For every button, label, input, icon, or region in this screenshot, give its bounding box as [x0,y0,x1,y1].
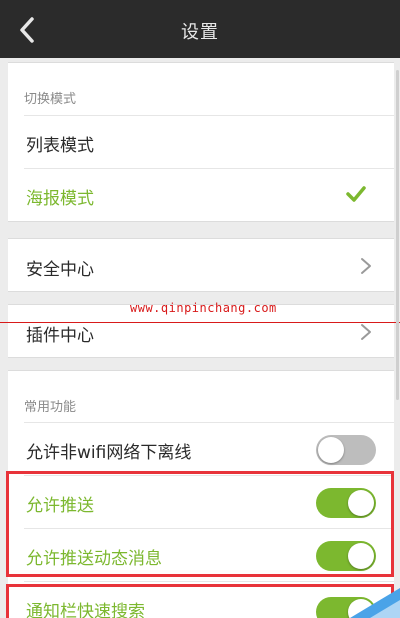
common-functions-card: 常用功能 允许非wifi网络下离线 允许推送 允许推送动态消息 通知栏快速搜索 [8,370,394,618]
corner-decoration-icon [350,588,400,618]
settings-screen: 设置 切换模式 列表模式 海报模式 安全中心 插件中心 常用功能 允许非wifi… [0,0,400,618]
chevron-right-icon [361,324,371,340]
setting-label: 允许推送 [26,496,94,516]
section-title-common: 常用功能 [24,400,77,415]
setting-allow-push-dynamic: 允许推送动态消息 [8,529,394,581]
setting-label: 允许非wifi网络下离线 [26,443,192,463]
setting-label: 通知栏快速搜索 [26,602,145,618]
security-center-row[interactable]: 安全中心 [8,240,394,292]
toggle-knob [348,490,374,516]
mode-option-label: 海报模式 [26,189,94,209]
setting-allow-push: 允许推送 [8,476,394,528]
plugins-center-row[interactable]: 插件中心 [8,306,394,358]
allow-push-dynamic-toggle[interactable] [316,541,376,571]
security-center-label: 安全中心 [26,260,94,280]
chevron-right-icon [361,258,371,274]
plugins-center-label: 插件中心 [26,326,94,346]
section-title-switch-mode: 切换模式 [24,92,77,107]
mode-option-poster[interactable]: 海报模式 [8,169,394,221]
switch-mode-card: 切换模式 列表模式 海报模式 [8,62,394,222]
mode-option-label: 列表模式 [26,136,94,156]
checkmark-icon [346,186,366,202]
setting-label: 允许推送动态消息 [26,549,162,569]
divider [24,581,394,582]
toggle-knob [348,543,374,569]
mode-option-list[interactable]: 列表模式 [8,116,394,168]
allow-push-toggle[interactable] [316,488,376,518]
offline-non-wifi-toggle[interactable] [316,435,376,465]
security-card: 安全中心 [8,238,394,292]
title-bar: 设置 [0,0,400,58]
plugins-card: 插件中心 [8,304,394,358]
setting-offline-non-wifi: 允许非wifi网络下离线 [8,423,394,475]
scrollbar[interactable] [396,70,399,400]
toggle-knob [318,437,344,463]
page-title: 设置 [181,22,219,43]
